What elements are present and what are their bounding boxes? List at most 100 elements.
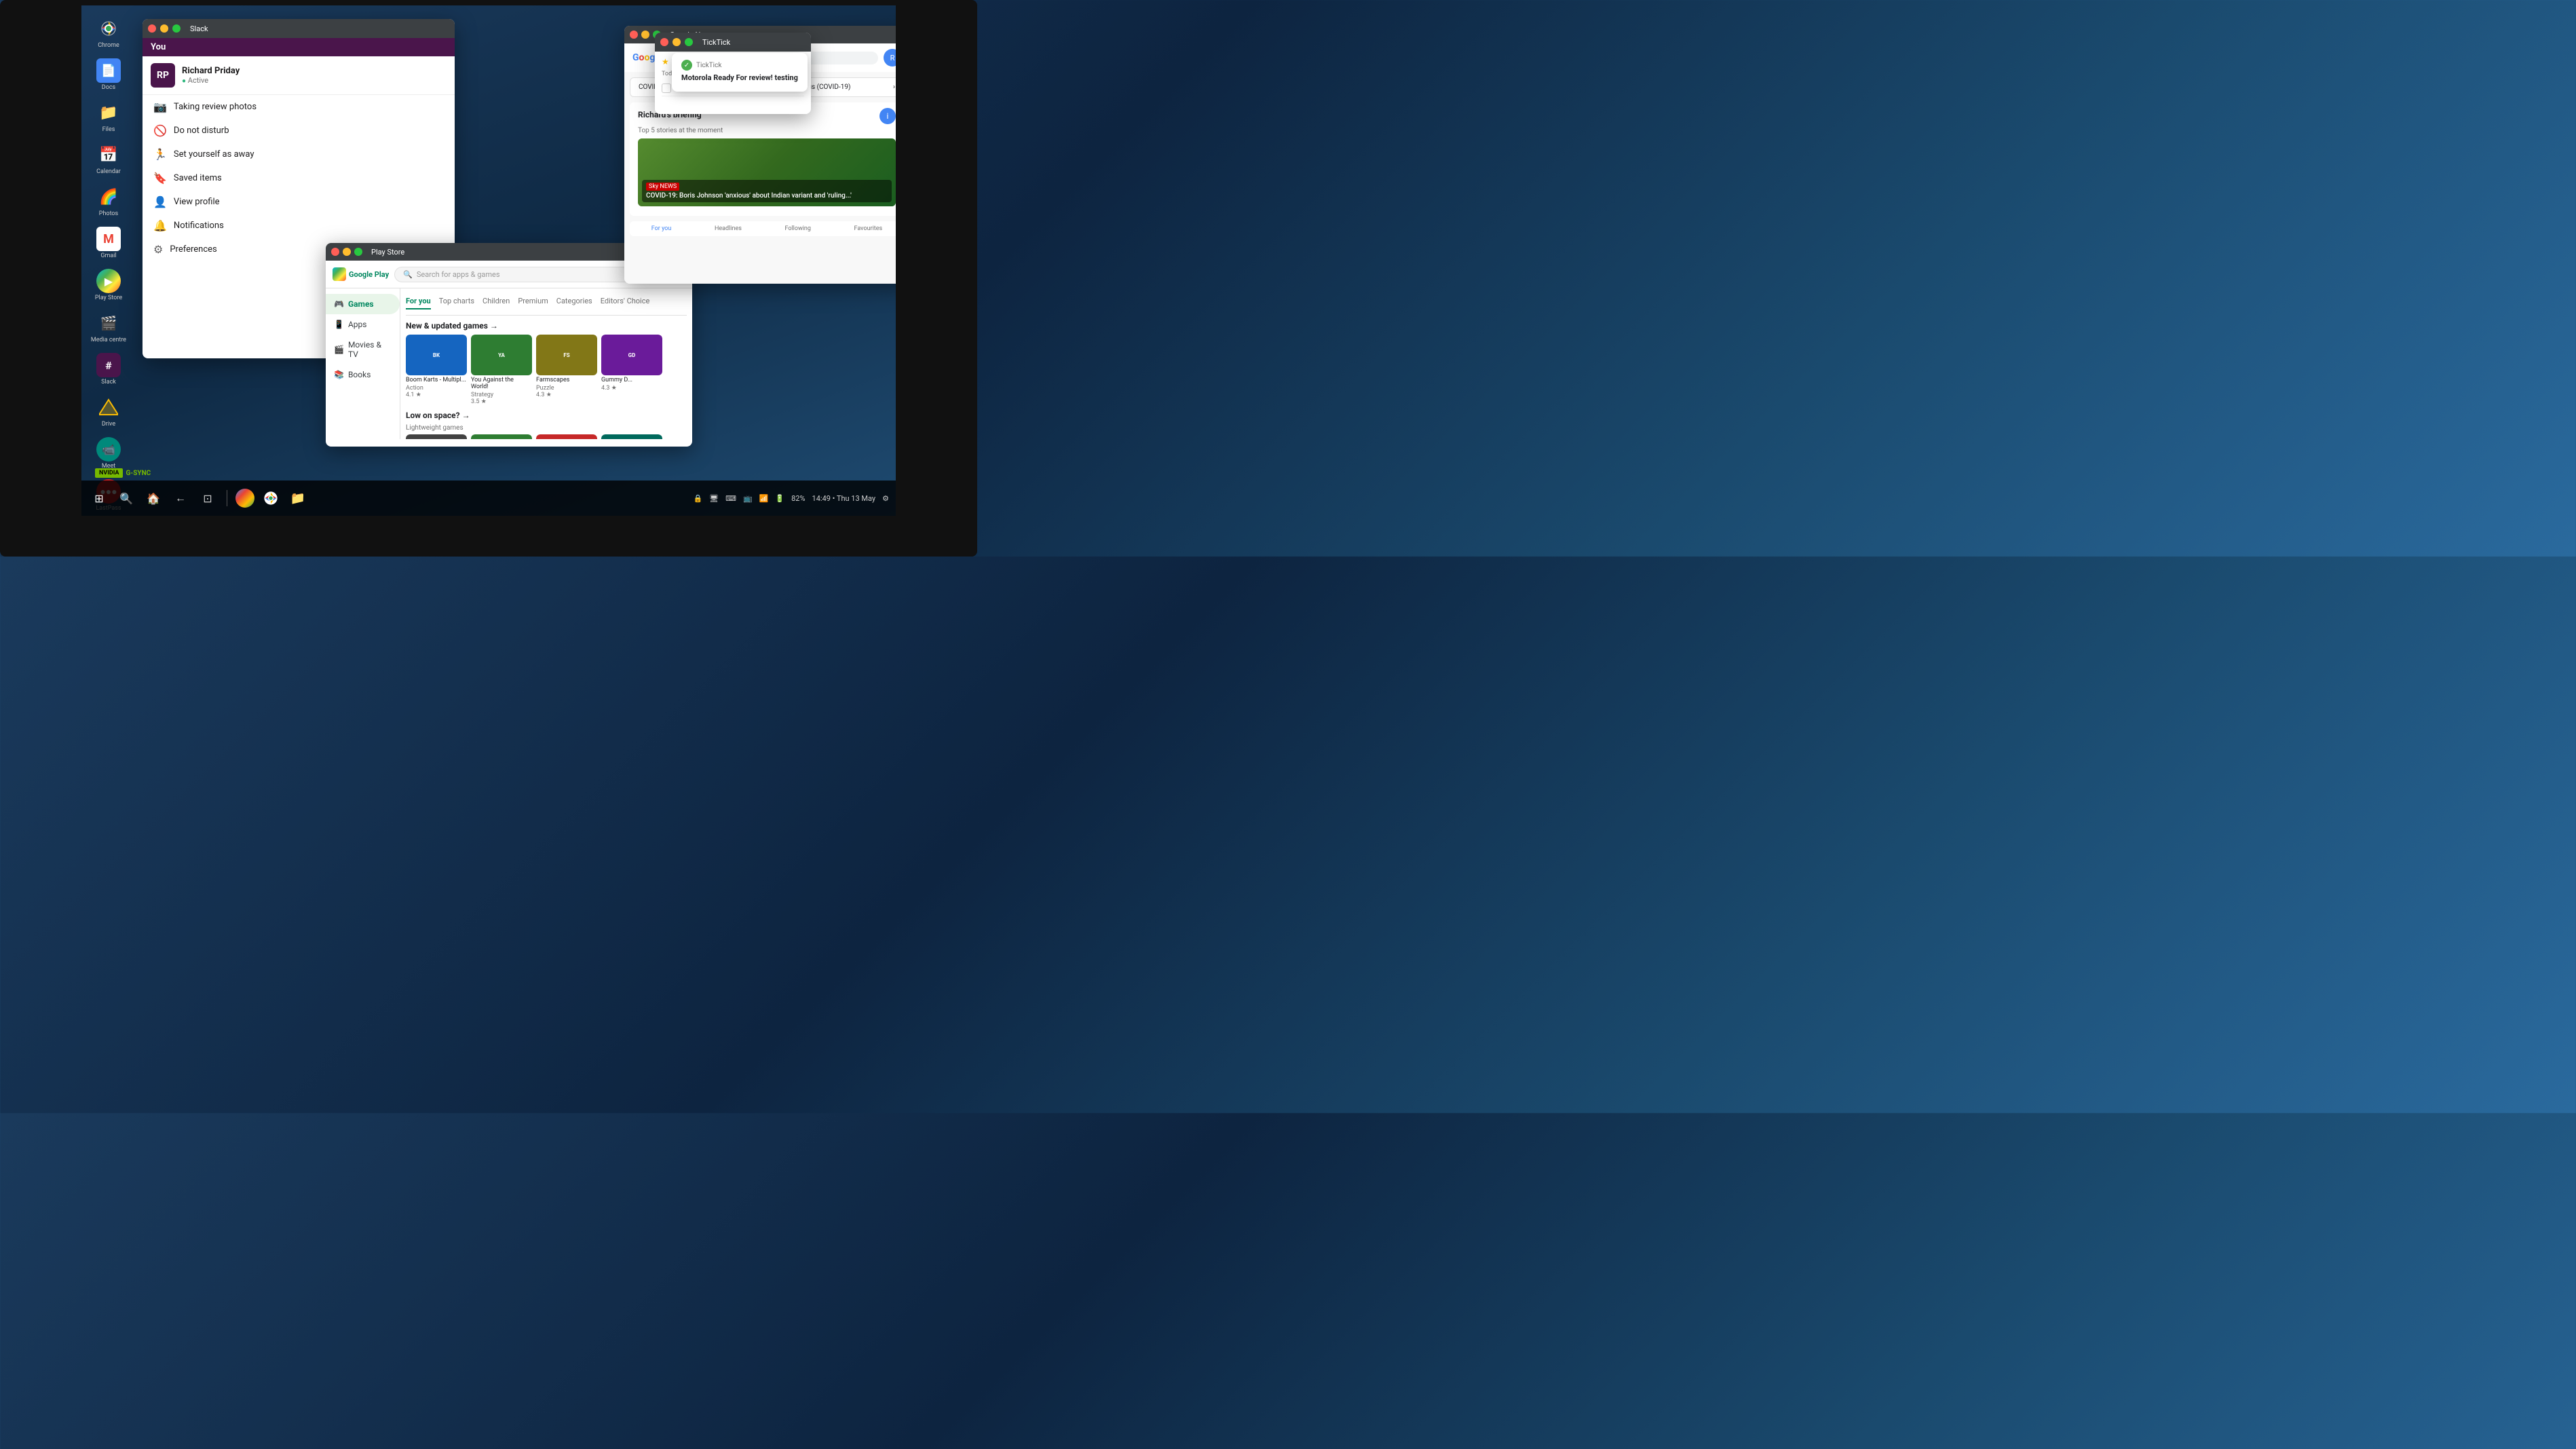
slack-menu-saved-label: Saved items: [174, 173, 222, 183]
nav-movies[interactable]: 🎬 Movies & TV: [326, 335, 400, 364]
chevron-right-icon: ›: [893, 83, 895, 91]
game-card-farmscapes[interactable]: FS Farmscapes Puzzle 4.3 ★: [536, 335, 597, 405]
section-lowspace-title: Low on space? →: [406, 411, 470, 420]
slack-status: ● Active: [182, 76, 240, 85]
nav-apps[interactable]: 📱 Apps: [326, 314, 400, 335]
youvs-thumb: YA: [471, 335, 532, 375]
taskbar-lock-icon: 🔒: [693, 494, 702, 503]
slack-max-btn[interactable]: [172, 24, 181, 33]
game-card-growfarm[interactable]: GF Grow Farm 2: [471, 434, 532, 439]
game-card-youvs[interactable]: YA You Against the World! Strategy 3.5 ★: [471, 335, 532, 405]
playstore-body: 🎮 Games 📱 Apps 🎬 Movies & TV 📚 Books: [326, 288, 692, 439]
tab-topcharts[interactable]: Top charts: [439, 297, 474, 309]
slack-min-btn[interactable]: [160, 24, 168, 33]
sidebar-item-docs[interactable]: 📄 Docs: [85, 54, 132, 95]
taskbar-chrome[interactable]: [260, 487, 282, 509]
tab-categories[interactable]: Categories: [556, 297, 592, 309]
nav-books[interactable]: 📚 Books: [326, 364, 400, 385]
sidebar-mediacentre-label: Media centre: [91, 337, 126, 343]
news-tab-headlines[interactable]: Headlines: [715, 225, 742, 232]
game-card-makecity[interactable]: MC Makecity: [406, 434, 467, 439]
slack-menu-photos-label: Taking review photos: [174, 102, 257, 112]
slack-title: Slack: [190, 24, 208, 33]
playstore-close-btn[interactable]: [331, 248, 339, 256]
photos-icon: 🌈: [96, 185, 121, 209]
slack-menu-away[interactable]: 🏃 Set yourself as away: [143, 143, 455, 166]
little-thumb: LR: [601, 434, 662, 439]
slack-titlebar: Slack: [143, 19, 455, 38]
sidebar-item-mediacentre[interactable]: 🎬 Media centre: [85, 307, 132, 347]
docs-icon: 📄: [96, 58, 121, 83]
tab-editorschoice[interactable]: Editors' Choice: [601, 297, 650, 309]
games-nav-icon: 🎮: [334, 299, 344, 309]
sidebar-item-meet[interactable]: 📹 Meet: [85, 433, 132, 474]
sidebar-drive-label: Drive: [102, 421, 115, 428]
taskbar-back[interactable]: ←: [170, 487, 191, 509]
sidebar-item-gmail[interactable]: M Gmail: [85, 223, 132, 263]
slack-close-btn[interactable]: [148, 24, 156, 33]
news-tab-foryou[interactable]: For you: [651, 225, 672, 232]
sidebar-calendar-label: Calendar: [96, 168, 121, 175]
playstore-search-box[interactable]: 🔍 Search for apps & games: [394, 267, 661, 282]
taskbar-battery-icon: 🔋: [775, 494, 784, 503]
news-min-btn[interactable]: [641, 31, 649, 39]
ticktick-min-btn[interactable]: [673, 38, 681, 46]
sidebar-item-photos[interactable]: 🌈 Photos: [85, 181, 132, 221]
dnd-icon: 🚫: [153, 124, 167, 137]
game-card-boomkarts[interactable]: BK Boom Karts - Multipl... Action 4.1 ★: [406, 335, 467, 405]
books-nav-icon: 📚: [334, 370, 344, 379]
playstore-sidebar: 🎮 Games 📱 Apps 🎬 Movies & TV 📚 Books: [326, 288, 400, 439]
taskbar-home[interactable]: 🏠: [143, 487, 164, 509]
ticktick-titlebar: TickTick: [655, 33, 811, 52]
screen-area: Chrome 📄 Docs 📁 Files 📅 Calendar 🌈 Photo…: [81, 5, 896, 516]
slack-avatar: RP: [151, 63, 175, 88]
tab-foryou[interactable]: For you: [406, 297, 431, 309]
chrome-icon: [96, 16, 121, 41]
movies-nav-label: Movies & TV: [348, 340, 392, 359]
sidebar-item-chrome[interactable]: Chrome: [85, 12, 132, 53]
news-user-avatar[interactable]: R: [884, 49, 896, 67]
slack-menu-photos[interactable]: 📷 Taking review photos: [143, 95, 455, 119]
nav-games[interactable]: 🎮 Games: [326, 294, 400, 314]
slack-menu-away-label: Set yourself as away: [174, 149, 254, 159]
game-card-pou[interactable]: POU Pou: [536, 434, 597, 439]
ticktick-close-btn[interactable]: [660, 38, 668, 46]
news-briefing-section: Richard's briefing i Top 5 stories at th…: [630, 102, 896, 216]
news-tab-favourites[interactable]: Favourites: [854, 225, 883, 232]
task-checkbox[interactable]: [662, 83, 671, 93]
playstore-min-btn[interactable]: [343, 248, 351, 256]
slack-menu-profile[interactable]: 👤 View profile: [143, 190, 455, 214]
sidebar-playstore-label: Play Store: [95, 295, 122, 301]
sidebar-slack-label: Slack: [101, 379, 116, 385]
sidebar-item-calendar[interactable]: 📅 Calendar: [85, 138, 132, 179]
ticktick-max-btn[interactable]: [685, 38, 693, 46]
calendar-icon: 📅: [96, 143, 121, 167]
sidebar-item-playstore[interactable]: ▶ Play Store: [85, 265, 132, 305]
sidebar-item-slack[interactable]: # Slack: [85, 349, 132, 390]
sidebar-item-drive[interactable]: Drive: [85, 391, 132, 432]
taskbar-settings-icon[interactable]: ⚙: [882, 494, 889, 503]
slack-menu-notifications[interactable]: 🔔 Notifications: [143, 214, 455, 238]
news-tab-following[interactable]: Following: [784, 225, 811, 232]
playstore-max-btn[interactable]: [354, 248, 362, 256]
taskbar-left: ⊞ 🔍 🏠 ← ⊡: [88, 487, 309, 509]
taskbar-recent[interactable]: ⊡: [197, 487, 219, 509]
playstore-icon: ▶: [96, 269, 121, 293]
tab-premium[interactable]: Premium: [518, 297, 548, 309]
sidebar-item-files[interactable]: 📁 Files: [85, 96, 132, 137]
playstore-tabs: For you Top charts Children Premium Cate…: [406, 294, 687, 316]
slack-menu-saved[interactable]: 🔖 Saved items: [143, 166, 455, 190]
taskbar-assistant[interactable]: [235, 489, 254, 508]
game-card-gummy[interactable]: GD Gummy D... 4.3 ★: [601, 335, 662, 405]
game-card-little[interactable]: LR Little R...: [601, 434, 662, 439]
taskbar-files[interactable]: 📁: [287, 487, 309, 509]
books-nav-label: Books: [348, 370, 371, 379]
taskbar-appgrid[interactable]: ⊞: [88, 487, 110, 509]
gmail-icon: M: [96, 227, 121, 251]
news-close-btn[interactable]: [630, 31, 638, 39]
games-small-grid: MC Makecity GF Grow Farm 2 POU Pou LR: [406, 434, 687, 439]
news-bottom-tabs: For you Headlines Following Favourites: [630, 221, 896, 236]
slack-menu-dnd[interactable]: 🚫 Do not disturb: [143, 119, 455, 143]
taskbar-search[interactable]: 🔍: [115, 487, 137, 509]
tab-children[interactable]: Children: [482, 297, 510, 309]
